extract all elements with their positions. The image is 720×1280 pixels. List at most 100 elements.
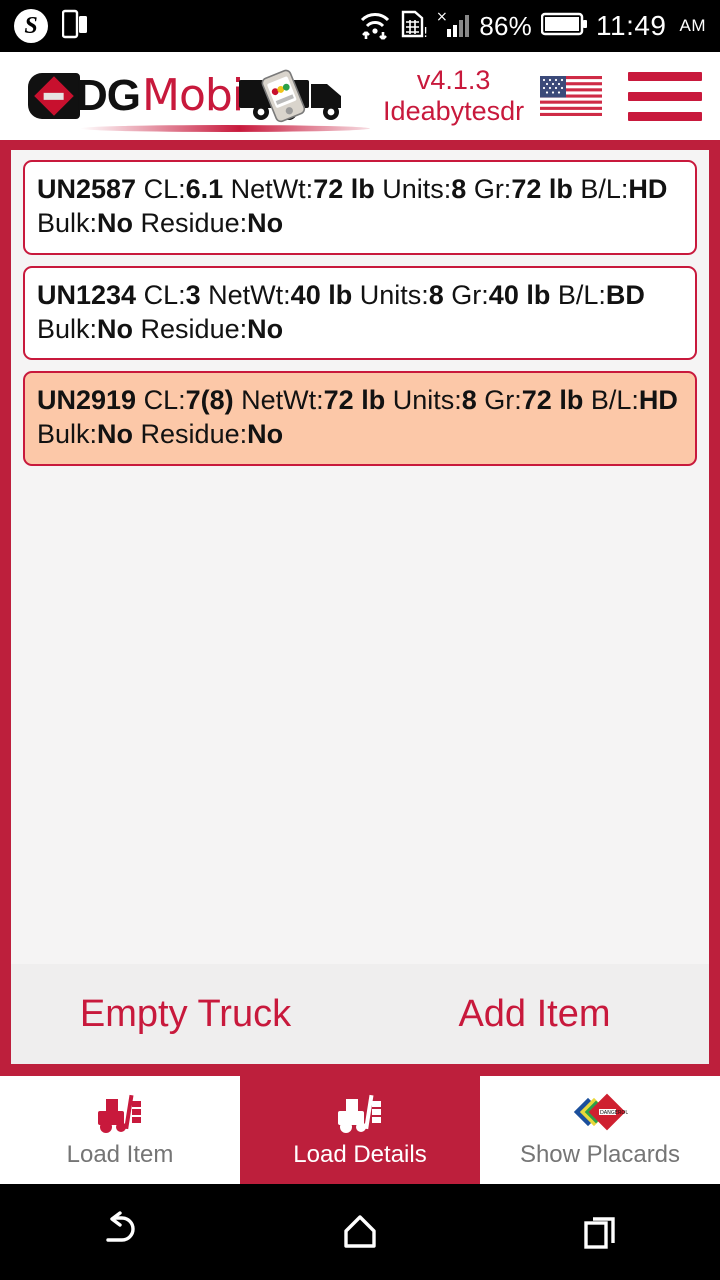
- action-bar: Empty Truck Add Item: [11, 964, 709, 1064]
- battery-percent: 86%: [479, 10, 532, 41]
- logo-mobi-text: Mobi: [142, 70, 244, 121]
- status-bar-right: ! × 86% 11:49 A: [358, 8, 706, 45]
- us-flag-icon: [540, 76, 603, 116]
- item-units-value: 8: [461, 385, 477, 416]
- logo-g-letter: DG: [76, 71, 141, 120]
- item-class-value: 7(8): [185, 385, 234, 416]
- tab-load-details[interactable]: Load Details: [240, 1076, 480, 1184]
- status-bar: S !: [0, 0, 720, 52]
- svg-text:×: ×: [436, 9, 448, 25]
- tab-show-placards[interactable]: DANGEROUS Show Placards: [480, 1076, 720, 1184]
- add-item-button[interactable]: Add Item: [360, 993, 709, 1036]
- app-header: DG Mobi v4.1.3 Ideabytesdr: [0, 52, 720, 140]
- item-class-value: 6.1: [185, 174, 224, 204]
- item-bulk-label: Bulk:: [37, 419, 98, 450]
- item-gross-value: 72 lb: [521, 385, 584, 416]
- skype-icon: S: [14, 9, 48, 43]
- item-netwt-value: 72 lb: [313, 174, 375, 204]
- battery-icon: [540, 11, 587, 42]
- truck-icon: [237, 68, 367, 129]
- org-name: Ideabytesdr: [383, 96, 525, 126]
- svg-text:!: !: [423, 26, 427, 39]
- item-class-label: CL:: [143, 279, 186, 310]
- item-residue-label: Residue:: [140, 419, 248, 450]
- item-netwt-value: 40 lb: [290, 279, 353, 310]
- item-units-value: 8: [451, 174, 467, 204]
- item-summary-line1: UN2919 CL:7(8) NetWt:72 lb Units:8 Gr:72…: [37, 383, 683, 417]
- item-residue-value: No: [247, 208, 284, 239]
- item-un-number: UN2587: [37, 174, 137, 204]
- tab-label-load-details: Load Details: [293, 1141, 427, 1168]
- item-residue-value: No: [247, 313, 284, 344]
- item-bulk-value: No: [97, 419, 134, 450]
- item-bl-value: HD: [628, 174, 668, 204]
- item-bl-label: B/L:: [590, 385, 639, 416]
- item-netwt-value: 72 lb: [323, 385, 386, 416]
- item-summary-line2: Bulk:No Residue:No: [37, 312, 683, 346]
- item-summary-line1: UN2587 CL:6.1 NetWt:72 lb Units:8 Gr:72 …: [37, 172, 683, 206]
- logo-swoosh: [80, 124, 370, 132]
- item-units-label: Units:: [359, 279, 429, 310]
- item-residue-label: Residue:: [140, 208, 248, 239]
- item-class-label: CL:: [143, 385, 186, 416]
- item-units-value: 8: [428, 279, 444, 310]
- list-item[interactable]: UN1234 CL:3 NetWt:40 lb Units:8 Gr:40 lb…: [23, 265, 697, 361]
- item-netwt-label: NetWt:: [208, 279, 291, 310]
- item-netwt-label: NetWt:: [241, 385, 324, 416]
- device-screen: S !: [0, 0, 720, 1280]
- item-un-number: UN1234: [37, 279, 137, 310]
- item-bl-value: BD: [605, 279, 645, 310]
- item-gross-label: Gr:: [473, 174, 512, 204]
- item-gross-label: Gr:: [484, 385, 522, 416]
- screen-cast-icon: [61, 9, 88, 44]
- status-bar-left: S: [14, 9, 88, 44]
- item-bl-label: B/L:: [580, 174, 629, 204]
- forklift-icon: [334, 1091, 386, 1135]
- item-bulk-value: No: [97, 313, 134, 344]
- item-class-value: 3: [185, 279, 201, 310]
- back-icon[interactable]: [65, 1202, 175, 1262]
- bottom-tab-bar: Load Item Load Details DANGEROU Show Pla…: [0, 1076, 720, 1184]
- load-item-list: UN2587 CL:6.1 NetWt:72 lb Units:8 Gr:72 …: [11, 150, 709, 964]
- item-units-label: Units:: [382, 174, 452, 204]
- app-logo: DG Mobi: [28, 64, 370, 132]
- version-block: v4.1.3 Ideabytesdr: [383, 65, 524, 127]
- signal-no-service-icon: ×: [436, 9, 470, 44]
- empty-truck-button[interactable]: Empty Truck: [11, 993, 360, 1036]
- item-bl-value: HD: [638, 385, 678, 416]
- tab-label-load-item: Load Item: [66, 1141, 174, 1168]
- item-bl-label: B/L:: [557, 279, 606, 310]
- list-item-selected[interactable]: UN2919 CL:7(8) NetWt:72 lb Units:8 Gr:72…: [23, 371, 697, 466]
- item-gross-label: Gr:: [451, 279, 489, 310]
- item-bulk-value: No: [97, 208, 134, 239]
- item-gross-value: 40 lb: [488, 279, 551, 310]
- hamburger-menu-icon[interactable]: [628, 71, 702, 121]
- item-summary-line1: UN1234 CL:3 NetWt:40 lb Units:8 Gr:40 lb…: [37, 278, 683, 312]
- app-version: v4.1.3: [416, 64, 491, 95]
- svg-text:DANGEROUS: DANGEROUS: [600, 1110, 628, 1116]
- item-residue-label: Residue:: [140, 313, 248, 344]
- item-gross-value: 72 lb: [511, 174, 573, 204]
- recent-apps-icon[interactable]: [545, 1202, 655, 1262]
- list-item[interactable]: UN2587 CL:6.1 NetWt:72 lb Units:8 Gr:72 …: [23, 160, 697, 255]
- content-frame: UN2587 CL:6.1 NetWt:72 lb Units:8 Gr:72 …: [0, 140, 720, 1076]
- item-class-label: CL:: [143, 174, 186, 204]
- placards-icon: DANGEROUS: [572, 1091, 628, 1135]
- item-summary-line2: Bulk:No Residue:No: [37, 206, 683, 240]
- item-netwt-label: NetWt:: [230, 174, 314, 204]
- android-nav-bar: [0, 1184, 720, 1280]
- item-un-number: UN2919: [37, 385, 137, 416]
- status-bar-clock: 11:49: [596, 10, 667, 41]
- tab-load-item[interactable]: Load Item: [0, 1076, 240, 1184]
- wifi-data-icon: [358, 8, 392, 45]
- item-bulk-label: Bulk:: [37, 313, 98, 344]
- sim-card-alert-icon: !: [401, 9, 429, 44]
- status-bar-ampm: AM: [679, 16, 706, 35]
- tab-label-show-placards: Show Placards: [519, 1141, 681, 1168]
- logo-dg-mark: DG Mobi: [28, 70, 244, 121]
- forklift-icon: [94, 1091, 146, 1135]
- hazmat-diamond-icon: [28, 73, 80, 119]
- home-icon[interactable]: [305, 1202, 415, 1262]
- load-details-panel: UN2587 CL:6.1 NetWt:72 lb Units:8 Gr:72 …: [11, 150, 709, 1064]
- item-bulk-label: Bulk:: [37, 208, 98, 239]
